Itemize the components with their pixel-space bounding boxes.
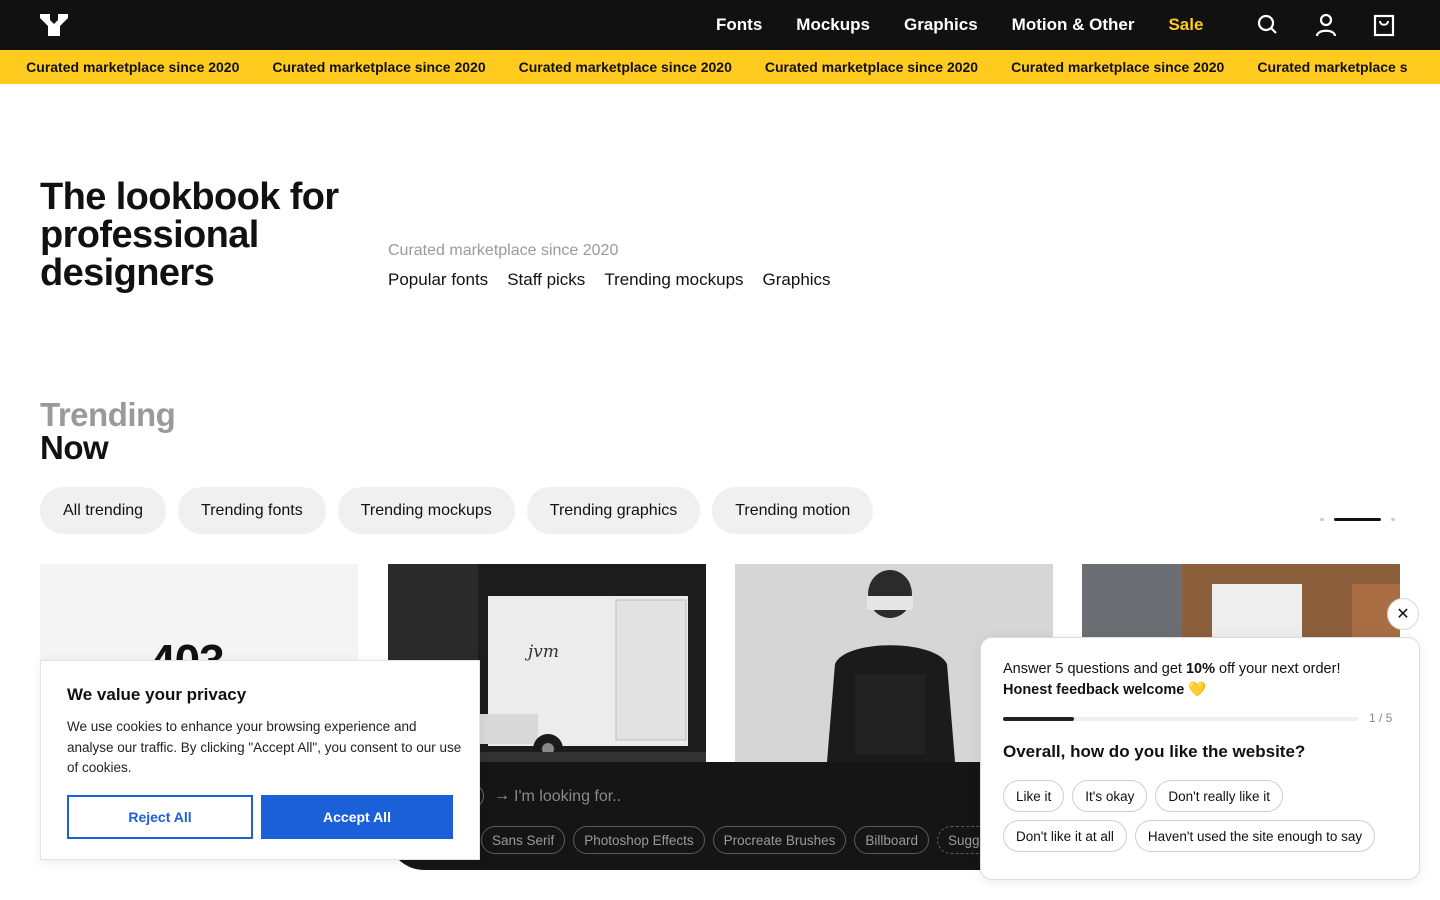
option-its-okay[interactable]: It's okay <box>1072 780 1148 812</box>
option-dont-like-at-all[interactable]: Don't like it at all <box>1003 820 1127 852</box>
cart-icon[interactable] <box>1372 12 1396 38</box>
close-icon[interactable]: ✕ <box>1387 598 1419 630</box>
chip-trending-graphics[interactable]: Trending graphics <box>526 487 701 534</box>
option-dont-really-like[interactable]: Don't really like it <box>1155 780 1284 812</box>
nav-mockups[interactable]: Mockups <box>796 15 870 35</box>
survey-offer-text: Answer 5 questions and get 10% off your … <box>1003 661 1340 677</box>
link-trending-mockups[interactable]: Trending mockups <box>604 270 743 290</box>
suggestion-chip[interactable]: Sans Serif <box>481 826 566 854</box>
survey-progress-fill <box>1003 717 1074 721</box>
carousel-pagination[interactable] <box>1320 518 1396 522</box>
marquee-text: Curated marketplace since 2020 <box>272 59 486 75</box>
survey-offer-pre: Answer 5 questions and get <box>1003 661 1186 677</box>
survey-offer-post: off your next order! <box>1215 661 1341 677</box>
carousel-dot[interactable] <box>1320 518 1324 521</box>
hero-title: The lookbook for professional designers <box>40 176 339 294</box>
cookie-consent-dialog: We value your privacy We use cookies to … <box>40 660 480 860</box>
arrow-right-icon: → <box>494 787 510 804</box>
accept-all-button[interactable]: Accept All <box>261 795 453 839</box>
search-input[interactable]: I'm looking for.. <box>514 788 621 806</box>
search-icon[interactable] <box>1256 12 1280 38</box>
hero-links: Popular fonts Staff picks Trending mocku… <box>388 270 831 290</box>
survey-subtitle: Honest feedback welcome 💛 <box>1003 682 1207 698</box>
feedback-survey: Answer 5 questions and get 10% off your … <box>980 637 1420 880</box>
truck-logo-text: jvm <box>528 642 559 662</box>
link-staff-picks[interactable]: Staff picks <box>507 270 585 290</box>
survey-offer-discount: 10% <box>1185 661 1216 677</box>
option-not-enough-use[interactable]: Haven't used the site enough to say <box>1134 820 1376 852</box>
survey-progress-bar <box>1003 717 1358 721</box>
trending-filter-chips: All trending Trending fonts Trending moc… <box>40 487 874 534</box>
search-suggestions: Sans Serif Photoshop Effects Procreate B… <box>481 826 1005 854</box>
nav-motion-other[interactable]: Motion & Other <box>1012 15 1135 35</box>
chip-trending-motion[interactable]: Trending motion <box>712 487 874 534</box>
chip-trending-mockups[interactable]: Trending mockups <box>337 487 515 534</box>
marquee-text: Curated marketplace since 2020 <box>26 59 240 75</box>
search-panel: → I'm looking for.. Sans Serif Photoshop… <box>388 762 1020 870</box>
suggestion-chip[interactable]: Billboard <box>854 826 929 854</box>
carousel-dot-active[interactable] <box>1334 518 1381 521</box>
trending-heading-muted: Trending <box>40 396 176 433</box>
marquee-text: Curated marketplace since 2020 <box>1011 59 1225 75</box>
marquee-text: Curated marketplace since 2020 <box>764 59 979 75</box>
brand-logo-icon[interactable] <box>40 14 68 36</box>
suggestion-chip[interactable]: Photoshop Effects <box>573 826 705 854</box>
nav-graphics[interactable]: Graphics <box>904 15 978 35</box>
marquee-text: Curated marketplace s <box>1257 59 1408 75</box>
cookie-title: We value your privacy <box>67 685 247 704</box>
option-like-it[interactable]: Like it <box>1003 780 1065 812</box>
account-icon[interactable] <box>1314 12 1338 38</box>
carousel-dot[interactable] <box>1391 518 1395 521</box>
hero-subtitle: Curated marketplace since 2020 <box>388 242 619 259</box>
top-navbar: Fonts Mockups Graphics Motion & Other Sa… <box>0 0 1440 50</box>
nav-fonts[interactable]: Fonts <box>716 15 762 35</box>
nav-icon-group <box>1256 12 1396 38</box>
chip-all-trending[interactable]: All trending <box>40 487 167 534</box>
marquee-text: Curated marketplace since 2020 <box>518 59 732 75</box>
survey-question: Overall, how do you like the website? <box>1003 742 1306 761</box>
link-graphics[interactable]: Graphics <box>763 270 831 290</box>
survey-options: Like it It's okay Don't really like it D… <box>1003 780 1403 852</box>
reject-all-button[interactable]: Reject All <box>67 795 253 839</box>
suggestion-chip[interactable]: Procreate Brushes <box>712 826 847 854</box>
cookie-body: We use cookies to enhance your browsing … <box>67 719 462 775</box>
survey-step-counter: 1 / 5 <box>1369 711 1393 725</box>
main-nav: Fonts Mockups Graphics Motion & Other Sa… <box>716 0 1203 50</box>
nav-sale[interactable]: Sale <box>1168 15 1203 35</box>
trending-heading-main: Now <box>40 429 109 466</box>
chip-trending-fonts[interactable]: Trending fonts <box>178 487 326 534</box>
link-popular-fonts[interactable]: Popular fonts <box>388 270 488 290</box>
announcement-marquee: 2020 Curated marketplace since 2020 Cura… <box>0 50 1440 84</box>
trending-heading: Trending Now <box>40 396 176 466</box>
